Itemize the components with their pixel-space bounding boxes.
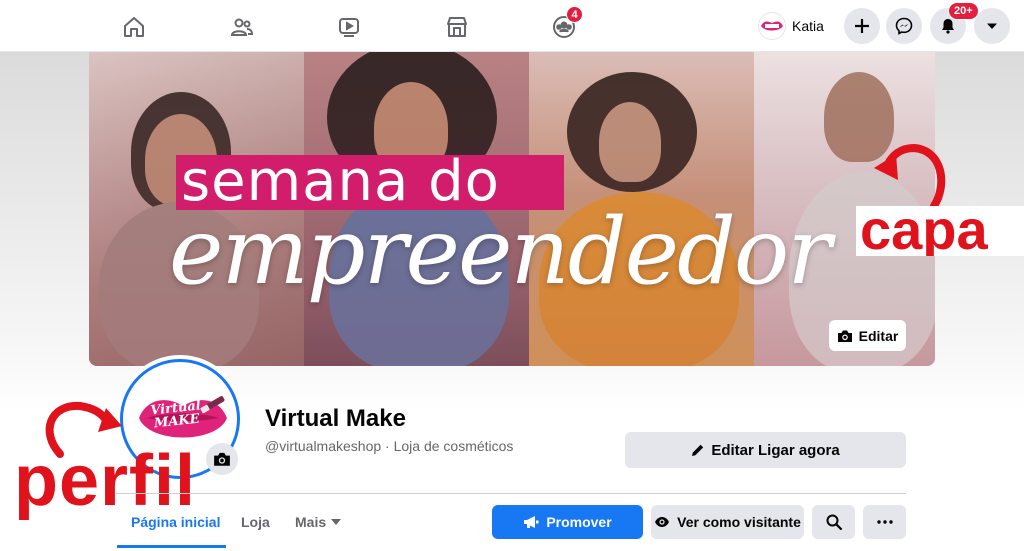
search-button[interactable]: [812, 505, 855, 539]
nav-friends[interactable]: [222, 8, 262, 46]
groups-notification-badge: 4: [566, 6, 583, 23]
edit-cover-button[interactable]: Editar: [829, 320, 906, 351]
profile-logo-text: Virtual MAKE: [150, 398, 203, 431]
notifications-badge: 20+: [948, 2, 979, 20]
cover-title-line2: empreendedor: [169, 198, 831, 305]
promote-label: Promover: [546, 514, 612, 530]
account-menu-button[interactable]: [974, 8, 1010, 44]
tab-home-label: Página inicial: [131, 514, 221, 530]
annotation-arrow-capa-icon: [874, 143, 946, 210]
user-name: Katia: [792, 18, 824, 34]
user-profile-chip[interactable]: Katia: [758, 10, 824, 42]
tab-store-label: Loja: [241, 514, 270, 530]
camera-icon: [837, 330, 852, 342]
nav-marketplace[interactable]: [437, 8, 477, 46]
camera-icon: [214, 452, 230, 466]
search-icon: [826, 514, 842, 530]
friends-icon: [230, 18, 254, 36]
annotation-cover-label: capa: [856, 206, 1024, 256]
home-icon: [124, 17, 144, 37]
avatar: [758, 12, 786, 40]
edit-cover-label: Editar: [858, 327, 899, 344]
nav-home[interactable]: [114, 8, 154, 46]
more-options-button[interactable]: [863, 505, 906, 539]
edit-call-button[interactable]: Editar Ligar agora: [625, 432, 906, 468]
top-navigation-bar: 4 Katia 20+: [0, 0, 1024, 52]
messenger-icon: [895, 17, 913, 35]
promote-button[interactable]: Promover: [492, 505, 643, 539]
marketplace-icon: [447, 17, 467, 37]
plus-icon: [855, 19, 869, 33]
eye-icon: [655, 517, 670, 527]
caret-down-icon: [331, 519, 342, 525]
watch-icon: [339, 18, 359, 37]
lips-logo-icon: [761, 21, 783, 31]
tab-more-label: Mais: [295, 514, 327, 530]
tab-store[interactable]: Loja: [241, 506, 270, 538]
create-button[interactable]: [844, 8, 880, 44]
edit-profile-picture-button[interactable]: [206, 443, 238, 475]
view-as-visitor-button[interactable]: Ver como visitante: [651, 505, 804, 539]
chevron-down-icon: [987, 23, 997, 29]
tab-more[interactable]: Mais: [295, 506, 342, 538]
pencil-icon: [692, 444, 704, 456]
active-tab-indicator: [117, 545, 226, 548]
nav-groups[interactable]: 4: [544, 6, 584, 46]
notifications-button[interactable]: 20+: [930, 2, 979, 44]
megaphone-icon: [524, 516, 539, 528]
page-subtitle: @virtualmakeshop · Loja de cosméticos: [265, 438, 514, 454]
more-dots-icon: [876, 520, 893, 524]
cover-photo[interactable]: semana do empreendedor Editar: [89, 52, 935, 366]
edit-call-label: Editar Ligar agora: [711, 441, 840, 459]
view-as-visitor-label: Ver como visitante: [677, 514, 801, 530]
header-divider: [116, 493, 906, 494]
messenger-button[interactable]: [886, 8, 922, 44]
page-title: Virtual Make: [265, 405, 406, 432]
nav-watch[interactable]: [329, 8, 369, 46]
tab-home[interactable]: Página inicial: [131, 506, 220, 538]
